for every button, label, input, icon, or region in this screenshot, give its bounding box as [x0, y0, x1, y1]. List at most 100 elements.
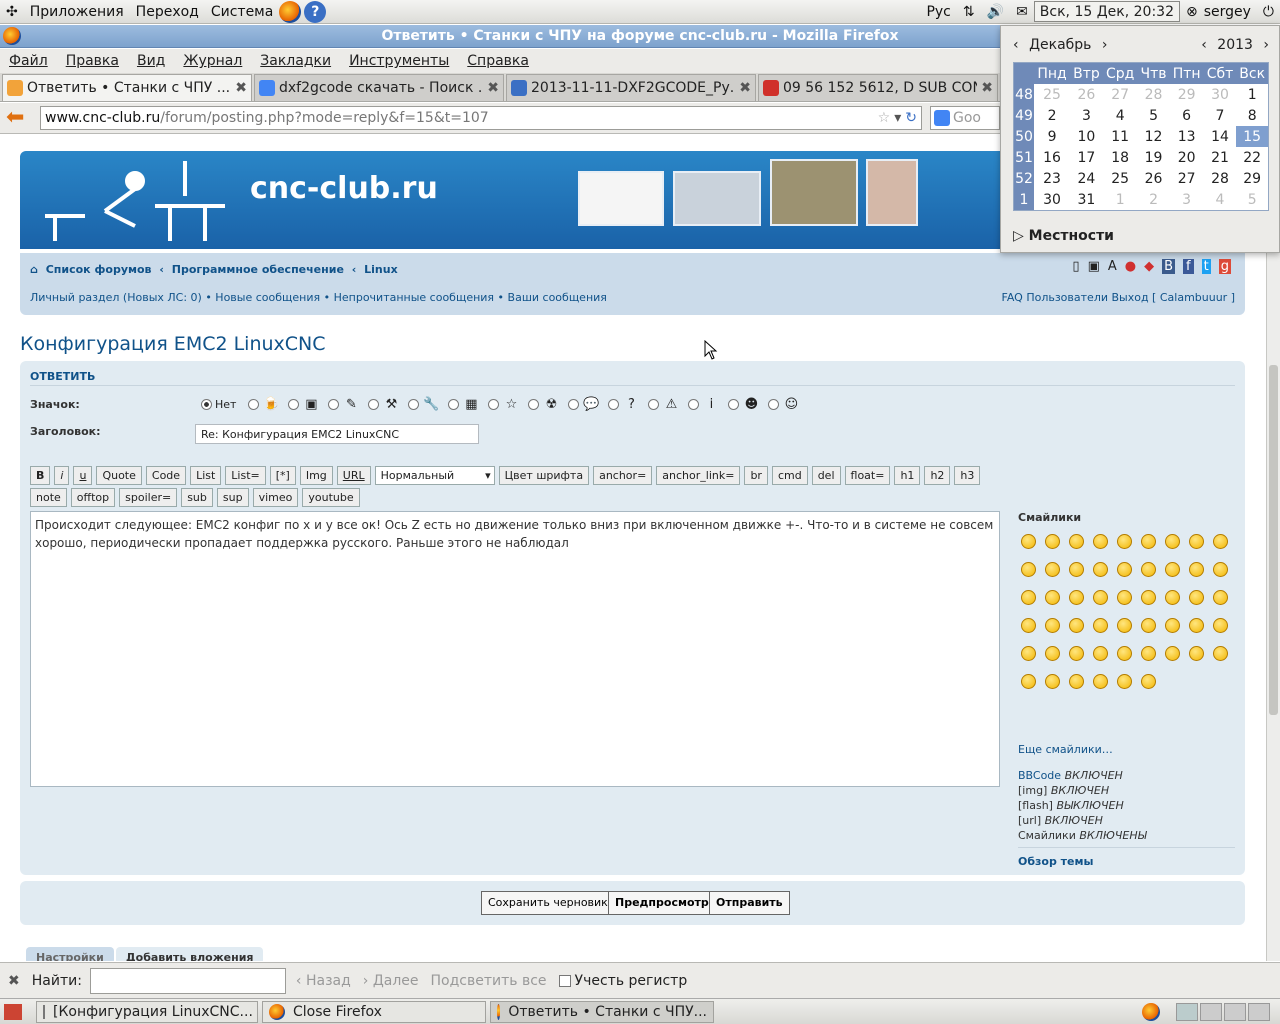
system-menu[interactable]: Система: [205, 0, 279, 24]
site-logo-icon[interactable]: [35, 156, 235, 244]
close-tab-icon[interactable]: ✖: [235, 80, 247, 96]
task-firefox-reply[interactable]: Ответить • Станки с ЧПУ...: [490, 1000, 714, 1023]
page-title[interactable]: Конфигурация EMC2 LinuxCNC: [20, 333, 326, 355]
smiley-icon[interactable]: [1016, 639, 1040, 667]
smiley-icon[interactable]: [1208, 583, 1232, 611]
calendar-day[interactable]: 24: [1070, 168, 1103, 189]
ordered-list-button[interactable]: List=: [225, 466, 266, 485]
calendar-day[interactable]: 31: [1070, 189, 1103, 210]
bbcode-h2-button[interactable]: h2: [924, 466, 951, 485]
back-arrow-icon[interactable]: ⬅: [6, 107, 30, 129]
calendar-day[interactable]: 23: [1034, 168, 1070, 189]
menu-history[interactable]: Журнал: [174, 53, 251, 69]
calendar-day[interactable]: 25: [1034, 84, 1070, 105]
smiley-icon[interactable]: [1112, 639, 1136, 667]
places-menu[interactable]: Переход: [130, 0, 205, 24]
smiley-icon[interactable]: [1064, 583, 1088, 611]
tab-search[interactable]: dxf2gcode скачать - Поиск ... ✖: [254, 74, 504, 101]
calendar-day[interactable]: 22: [1236, 147, 1268, 168]
smiley-icon[interactable]: [1040, 639, 1064, 667]
firefox-launcher-icon[interactable]: [279, 0, 302, 23]
volume-icon[interactable]: 🔊: [981, 0, 1010, 24]
find-input[interactable]: [89, 967, 286, 994]
smiley-icon[interactable]: [1040, 555, 1064, 583]
save-draft-button[interactable]: Сохранить черновик: [481, 891, 615, 915]
img-button[interactable]: Img: [299, 466, 333, 485]
calendar-day[interactable]: 3: [1070, 105, 1103, 126]
right-links[interactable]: FAQ Пользователи Выход [ Calambuuur ]: [1002, 291, 1235, 304]
list-button[interactable]: List: [190, 466, 222, 485]
prev-year-icon[interactable]: ‹: [1201, 37, 1207, 53]
image-icon[interactable]: ▣: [1088, 259, 1100, 274]
bbcode-anchor-button[interactable]: anchor=: [593, 466, 653, 485]
workspace-4[interactable]: [1248, 1002, 1270, 1021]
calendar-day[interactable]: 27: [1170, 168, 1204, 189]
icon-radio[interactable]: [768, 398, 780, 410]
firefox-workspace-icon[interactable]: [1142, 1002, 1160, 1021]
subject-input[interactable]: Re: Конфигурация EMC2 LinuxCNC: [195, 424, 479, 444]
calendar-day[interactable]: 13: [1170, 126, 1204, 147]
calendar-day[interactable]: 5: [1138, 105, 1170, 126]
smiley-icon[interactable]: [1088, 667, 1112, 695]
user-menu[interactable]: sergey: [1204, 0, 1257, 24]
calendar-day[interactable]: 27: [1103, 84, 1138, 105]
banner-image-rods[interactable]: [770, 159, 858, 226]
icon-radio[interactable]: [488, 398, 500, 410]
smiley-icon[interactable]: [1016, 583, 1040, 611]
close-tab-icon[interactable]: ✖: [739, 80, 751, 96]
smiley-icon[interactable]: [1208, 611, 1232, 639]
smiley-icon[interactable]: [1064, 667, 1088, 695]
smiley-icon[interactable]: [1040, 611, 1064, 639]
smiley-icon[interactable]: [1136, 667, 1160, 695]
bbcode-del-button[interactable]: del: [811, 466, 841, 485]
bbcode-cmd-button[interactable]: cmd: [771, 466, 808, 485]
reload-icon[interactable]: ↻: [905, 110, 917, 126]
workspace-switcher[interactable]: [1176, 1002, 1270, 1021]
icon-radio[interactable]: [608, 398, 620, 410]
icon-radio[interactable]: [728, 398, 740, 410]
smiley-icon[interactable]: [1112, 555, 1136, 583]
smiley-icon[interactable]: [1184, 611, 1208, 639]
smiley-icon[interactable]: [1136, 583, 1160, 611]
task-close-firefox[interactable]: Close Firefox: [262, 1000, 486, 1023]
smiley-icon[interactable]: [1160, 639, 1184, 667]
smiley-icon[interactable]: [1184, 639, 1208, 667]
smiley-icon[interactable]: [1112, 527, 1136, 555]
smiley-icon[interactable]: [1064, 527, 1088, 555]
keyboard-layout-indicator[interactable]: Рус: [920, 0, 956, 24]
bbcode-h1-button[interactable]: h1: [894, 466, 921, 485]
smiley-icon[interactable]: [1088, 639, 1112, 667]
calendar-day[interactable]: 1: [1103, 189, 1138, 210]
workspace-2[interactable]: [1200, 1002, 1222, 1021]
smiley-icon[interactable]: [1112, 583, 1136, 611]
url-bar[interactable]: www.cnc-club.ru /forum/posting.php?mode=…: [40, 106, 922, 130]
smiley-icon[interactable]: [1136, 611, 1160, 639]
icon-radio[interactable]: [328, 398, 340, 410]
smiley-icon[interactable]: [1208, 527, 1232, 555]
calendar-day[interactable]: 20: [1170, 147, 1204, 168]
smiley-icon[interactable]: [1064, 555, 1088, 583]
network-icon[interactable]: ⇅: [957, 0, 981, 24]
icon-radio[interactable]: [448, 398, 460, 410]
close-tab-icon[interactable]: ✖: [981, 80, 993, 96]
underline-button[interactable]: u: [73, 466, 93, 485]
page-scrollbar[interactable]: [1266, 135, 1280, 961]
menu-help[interactable]: Справка: [458, 53, 538, 69]
bbcode-youtube-button[interactable]: youtube: [302, 488, 360, 507]
crumb-software[interactable]: Программное обеспечение: [172, 263, 344, 276]
help-icon[interactable]: ?: [304, 0, 327, 23]
calendar-day[interactable]: 1: [1236, 84, 1268, 105]
user-links[interactable]: Личный раздел (Новых ЛС: 0) • Новые сооб…: [30, 291, 607, 304]
scrollbar-thumb[interactable]: [1269, 365, 1278, 715]
facebook-icon[interactable]: f: [1183, 259, 1194, 274]
calendar-day[interactable]: 4: [1103, 105, 1138, 126]
vk-icon[interactable]: B: [1162, 259, 1176, 274]
bbcode-spoiler-button[interactable]: spoiler=: [119, 488, 178, 507]
menu-edit[interactable]: Правка: [57, 53, 128, 69]
bbcode-float-button[interactable]: float=: [844, 466, 891, 485]
next-year-icon[interactable]: ›: [1263, 37, 1269, 53]
bbcode-sub-button[interactable]: sub: [181, 488, 213, 507]
menu-file[interactable]: Файл: [0, 53, 57, 69]
bbcode-offtop-button[interactable]: offtop: [70, 488, 116, 507]
smiley-icon[interactable]: [1136, 527, 1160, 555]
